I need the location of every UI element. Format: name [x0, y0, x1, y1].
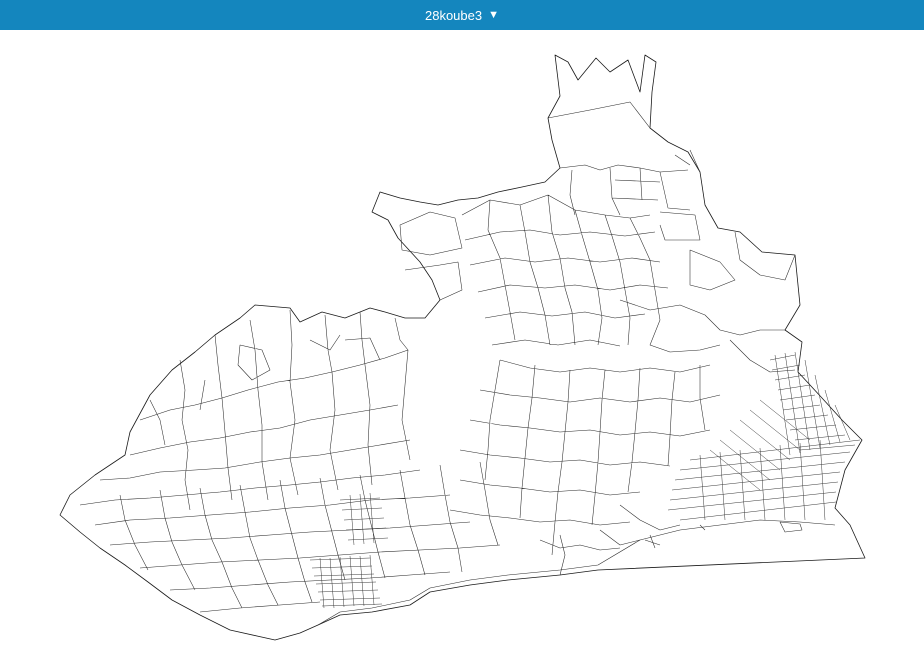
chevron-down-icon: ▼	[488, 8, 499, 21]
dataset-selector[interactable]: 28koube3 ▼	[425, 8, 499, 23]
dataset-name: 28koube3	[424, 7, 483, 23]
header-bar: 28koube3 ▼	[0, 0, 924, 30]
city-outline	[59, 54, 866, 641]
district-boundary-map	[59, 54, 866, 641]
map-canvas[interactable]	[0, 30, 924, 660]
